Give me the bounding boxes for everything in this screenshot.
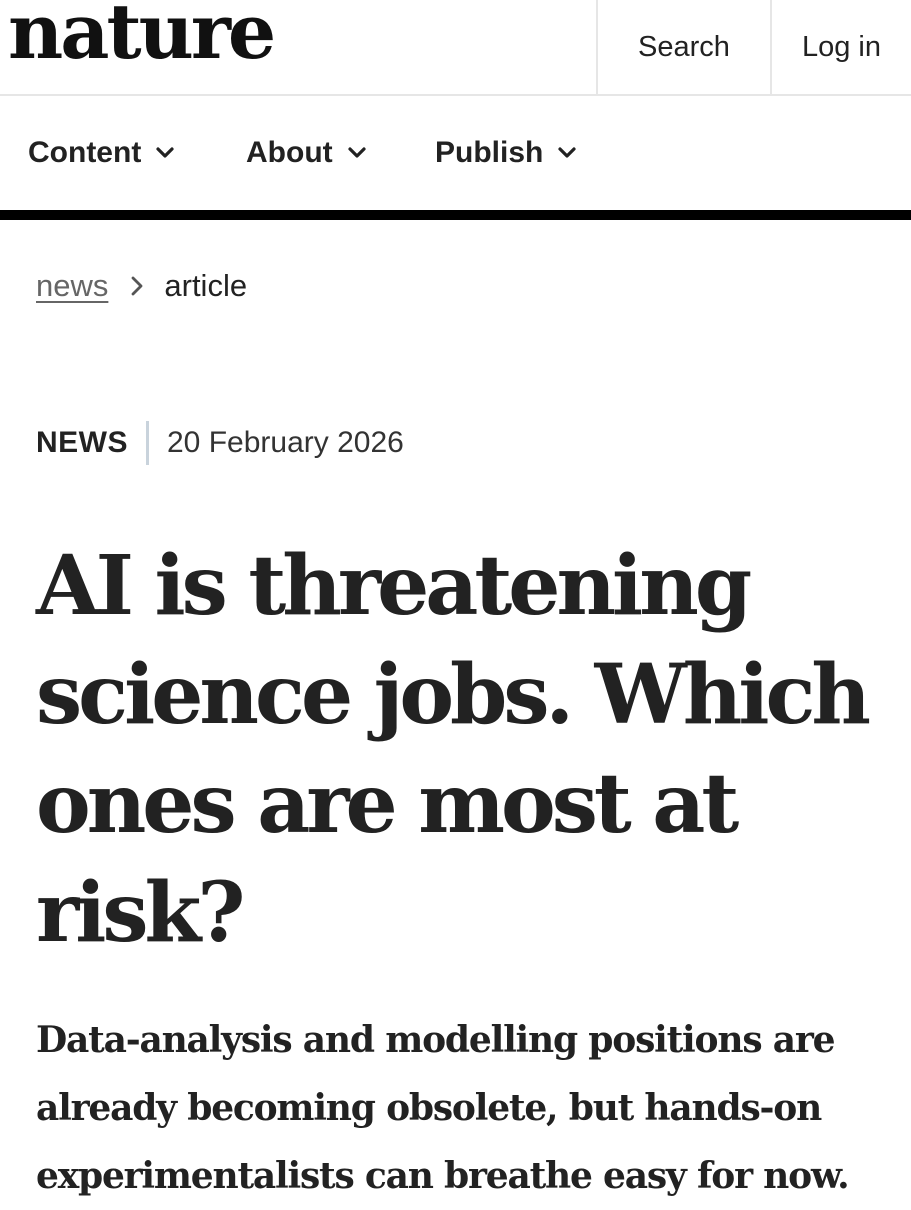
nav-item-label: About bbox=[246, 136, 333, 169]
article-date: 20 February 2026 bbox=[167, 426, 404, 459]
login-button[interactable]: Log in bbox=[770, 0, 911, 94]
article-standfirst: Data-analysis and modelling positions ar… bbox=[36, 1019, 850, 1197]
nav-item-about[interactable]: About bbox=[246, 96, 367, 210]
nature-logo[interactable]: nature bbox=[8, 0, 276, 70]
chevron-down-icon bbox=[558, 147, 576, 158]
meta-divider bbox=[146, 421, 149, 465]
breadcrumb: news article bbox=[36, 260, 247, 312]
nav-item-label: Publish bbox=[435, 136, 544, 169]
article-title: AI is threatening science jobs. Which on… bbox=[36, 538, 871, 961]
chevron-down-icon bbox=[348, 147, 366, 158]
article-type: NEWS bbox=[36, 426, 128, 459]
article-meta: NEWS 20 February 2026 bbox=[36, 420, 404, 466]
main-nav: Content About Publish bbox=[0, 96, 911, 220]
chevron-right-icon bbox=[130, 275, 144, 297]
nav-item-content[interactable]: Content bbox=[28, 96, 175, 210]
breadcrumb-current: article bbox=[164, 268, 248, 303]
top-header: nature Search Log in bbox=[0, 0, 911, 96]
search-button[interactable]: Search bbox=[596, 0, 770, 94]
nav-item-publish[interactable]: Publish bbox=[435, 96, 577, 210]
chevron-down-icon bbox=[156, 147, 174, 158]
nav-item-label: Content bbox=[28, 136, 142, 169]
breadcrumb-link-news[interactable]: news bbox=[36, 268, 108, 304]
